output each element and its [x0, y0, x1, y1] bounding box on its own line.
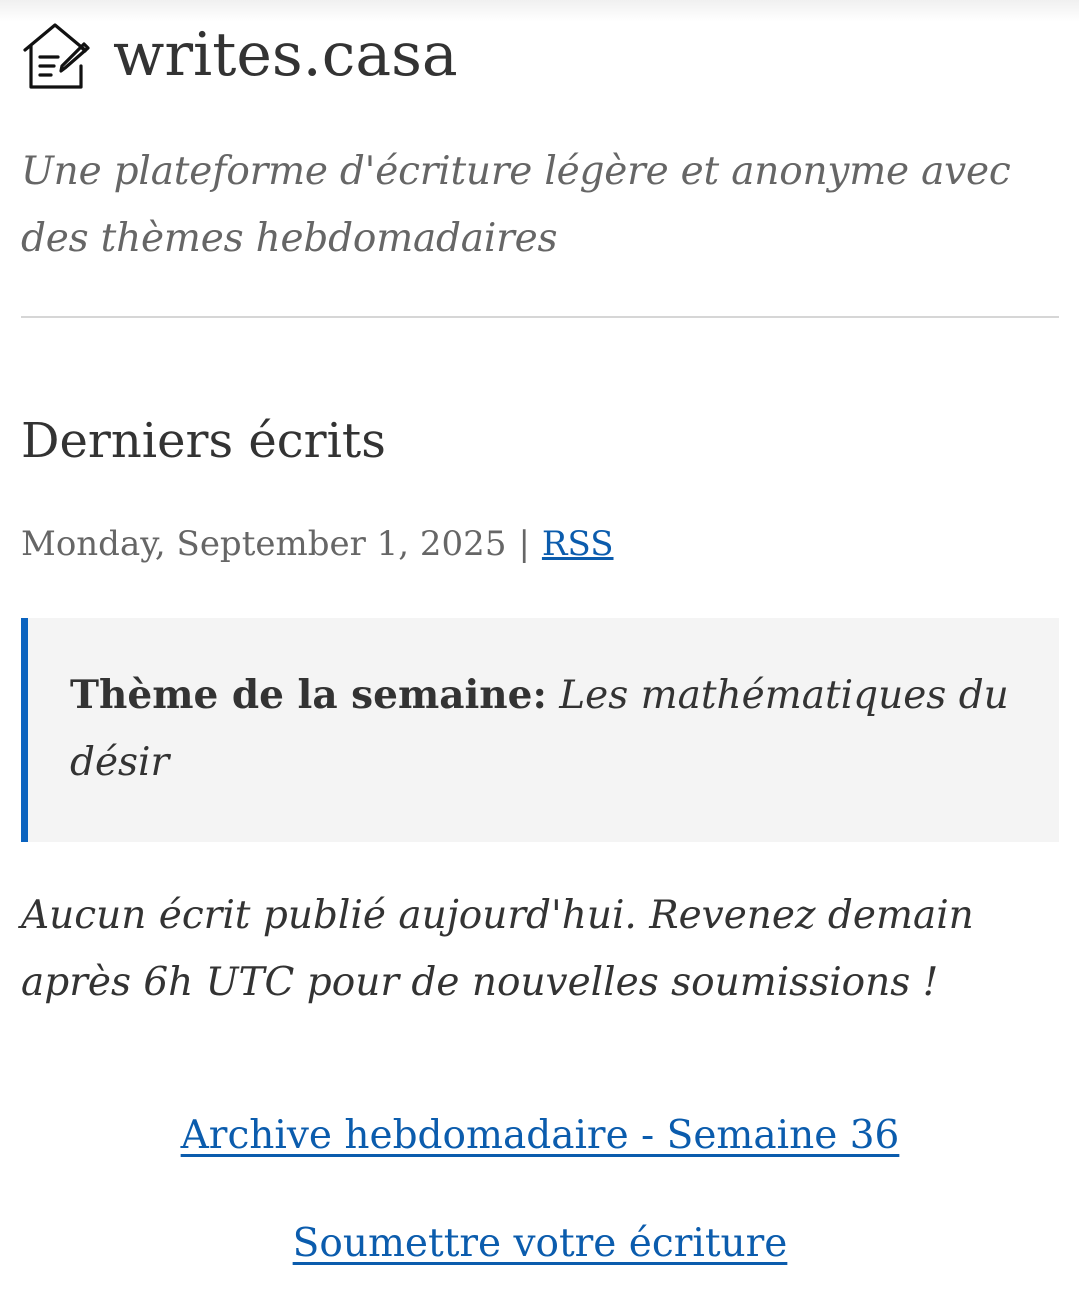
- section-title: Derniers écrits: [21, 413, 386, 469]
- footer-links: Archive hebdomadaire - Semaine 36 Soumet…: [21, 1110, 1059, 1270]
- weekly-theme-box: Thème de la semaine: Les mathématiques d…: [21, 618, 1059, 842]
- weekly-archive-link[interactable]: Archive hebdomadaire - Semaine 36: [181, 1110, 900, 1162]
- theme-label: Thème de la semaine:: [70, 672, 547, 718]
- empty-message: Aucun écrit publié aujourd'hui. Revenez …: [21, 893, 974, 1005]
- feed-date: Monday, September 1, 2025: [21, 524, 507, 564]
- meta-separator: |: [518, 524, 530, 564]
- site-tagline: Une plateforme d'écriture légère et anon…: [21, 149, 1011, 261]
- page-container: writes.casa Une plateforme d'écriture lé…: [21, 0, 1059, 1270]
- header-divider: [21, 316, 1059, 318]
- house-edit-icon[interactable]: [21, 20, 93, 92]
- site-header: writes.casa: [21, 0, 1059, 110]
- feed-meta: Monday, September 1, 2025 | RSS: [21, 522, 1059, 566]
- submit-writing-link[interactable]: Soumettre votre écriture: [293, 1218, 788, 1270]
- site-title[interactable]: writes.casa: [113, 25, 458, 85]
- rss-link[interactable]: RSS: [542, 524, 614, 564]
